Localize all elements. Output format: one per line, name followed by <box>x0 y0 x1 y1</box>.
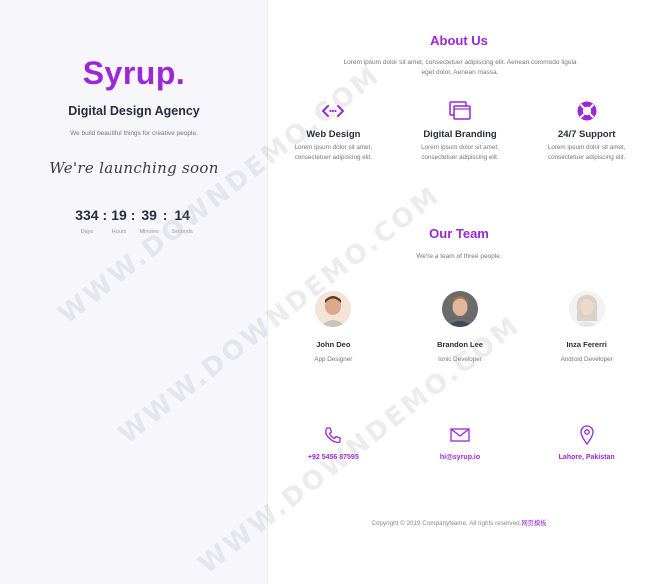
countdown-timer: 334 Days : 19 Hours : 39 Minutes : 14 Se… <box>0 207 268 235</box>
launching-soon-text: We're launching soon <box>49 159 219 177</box>
countdown-separator: : <box>162 207 168 223</box>
service-text: Lorem ipsum dolor sit amet, consectetuer… <box>294 144 373 161</box>
service-title: 24/7 Support <box>557 129 616 140</box>
countdown-value: 334 <box>75 207 99 223</box>
brand-logo[interactable]: Syrup. <box>0 55 268 92</box>
contact-location[interactable]: Lahore, Pakistan <box>523 424 650 461</box>
contact-text: Lahore, Pakistan <box>558 454 615 461</box>
service-text: Lorem ipsum dolor sit amet, consectetuer… <box>421 144 499 161</box>
countdown-value: 39 <box>141 207 157 223</box>
team-member: Inza Fererri Android Developer <box>523 291 650 363</box>
contact-text: +92 5456 87595 <box>307 454 359 461</box>
phone-icon <box>324 424 342 446</box>
map-pin-icon <box>580 424 594 446</box>
countdown-days: 334 Days <box>75 207 98 235</box>
countdown-separator: : <box>102 207 108 223</box>
avatar <box>315 291 352 327</box>
member-name: Inza Fererri <box>566 340 607 349</box>
countdown-value: 19 <box>111 207 127 223</box>
service-web-design: Web Design Lorem ipsum dolor sit amet, c… <box>270 98 397 162</box>
member-name: Brandon Lee <box>437 340 483 349</box>
footer-link[interactable]: 网页模板 <box>521 520 546 527</box>
countdown-minutes: 39 Minutes <box>139 207 158 235</box>
service-support: 24/7 Support Lorem ipsum dolor sit amet,… <box>523 98 650 162</box>
services-list: Web Design Lorem ipsum dolor sit amet, c… <box>270 98 650 162</box>
member-role: Android Developer <box>560 356 613 363</box>
team-list: John Deo App Designer Brandon Lee Ionic … <box>270 291 650 363</box>
contact-phone[interactable]: +92 5456 87595 <box>270 424 397 461</box>
countdown-value: 14 <box>174 207 190 223</box>
countdown-separator: : <box>130 207 136 223</box>
member-name: John Deo <box>316 340 351 349</box>
stacked-windows-icon <box>449 98 471 124</box>
countdown-label: Days <box>80 229 94 235</box>
agency-tagline: Digital Design Agency <box>68 104 200 118</box>
team-member: Brandon Lee Ionic Developer <box>397 291 524 363</box>
countdown-label: Seconds <box>171 229 193 235</box>
team-title: Our Team <box>429 226 489 241</box>
about-title: About Us <box>430 33 488 48</box>
avatar <box>568 291 605 327</box>
agency-description: We build beautiful things for creative p… <box>70 130 198 137</box>
team-subtitle: We're a team of three people. <box>416 253 502 260</box>
footer: Copyright © 2019 CompanyName. All rights… <box>268 518 650 527</box>
service-title: Web Design <box>306 129 361 140</box>
countdown-label: Minutes <box>139 229 159 235</box>
service-title: Digital Branding <box>423 129 497 140</box>
lifebuoy-icon <box>576 98 598 124</box>
contact-email[interactable]: hi@syrup.io <box>397 424 524 461</box>
about-text: Lorem ipsum dolor sit amet, consectetuer… <box>343 59 577 76</box>
team-member: John Deo App Designer <box>270 291 397 363</box>
envelope-icon <box>450 424 470 446</box>
service-text: Lorem ipsum dolor sit amet, consectetuer… <box>547 144 626 161</box>
service-digital-branding: Digital Branding Lorem ipsum dolor sit a… <box>397 98 524 162</box>
code-arrows-icon <box>322 98 345 124</box>
member-role: Ionic Developer <box>438 356 482 363</box>
countdown-seconds: 14 Seconds <box>171 207 192 235</box>
contact-list: +92 5456 87595 hi@syrup.io Lahore, Pakis… <box>270 424 650 461</box>
launch-panel: Syrup. Digital Design Agency We build be… <box>0 0 268 584</box>
countdown-hours: 19 Hours <box>111 207 127 235</box>
avatar <box>442 291 478 327</box>
countdown-label: Hours <box>111 229 127 235</box>
contact-text: hi@syrup.io <box>439 454 481 461</box>
copyright-text: Copyright © 2019 CompanyName. All rights… <box>371 520 522 527</box>
member-role: App Designer <box>314 356 353 363</box>
